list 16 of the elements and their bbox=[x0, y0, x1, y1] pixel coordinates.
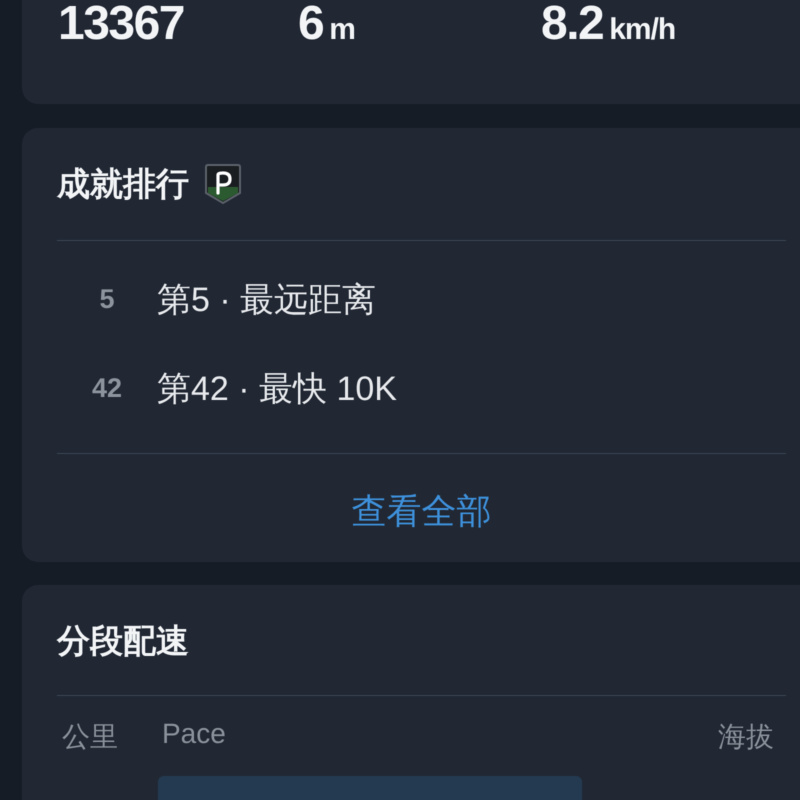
column-header: 公里 bbox=[61, 720, 119, 754]
stat-value: 6 bbox=[298, 0, 324, 50]
section-title: 分段配速 bbox=[57, 621, 190, 661]
achievement-label: 第42 · 最快 10K bbox=[157, 368, 397, 410]
stat-unit: m bbox=[329, 13, 355, 47]
view-all-link[interactable]: 查看全部 bbox=[57, 488, 786, 535]
column-header: Pace bbox=[162, 718, 227, 751]
stat-value: 13367 bbox=[58, 0, 184, 50]
stat-unit: km/h bbox=[609, 13, 676, 47]
column-header: 海拔 bbox=[718, 720, 774, 754]
rank-number: 5 bbox=[98, 284, 116, 315]
shield-icon bbox=[203, 163, 243, 205]
rank-number: 42 bbox=[90, 373, 124, 404]
stat-value: 8.2 bbox=[541, 0, 604, 50]
achievement-label: 第5 · 最远距离 bbox=[157, 280, 376, 320]
section-title: 成就排行 bbox=[57, 164, 189, 204]
